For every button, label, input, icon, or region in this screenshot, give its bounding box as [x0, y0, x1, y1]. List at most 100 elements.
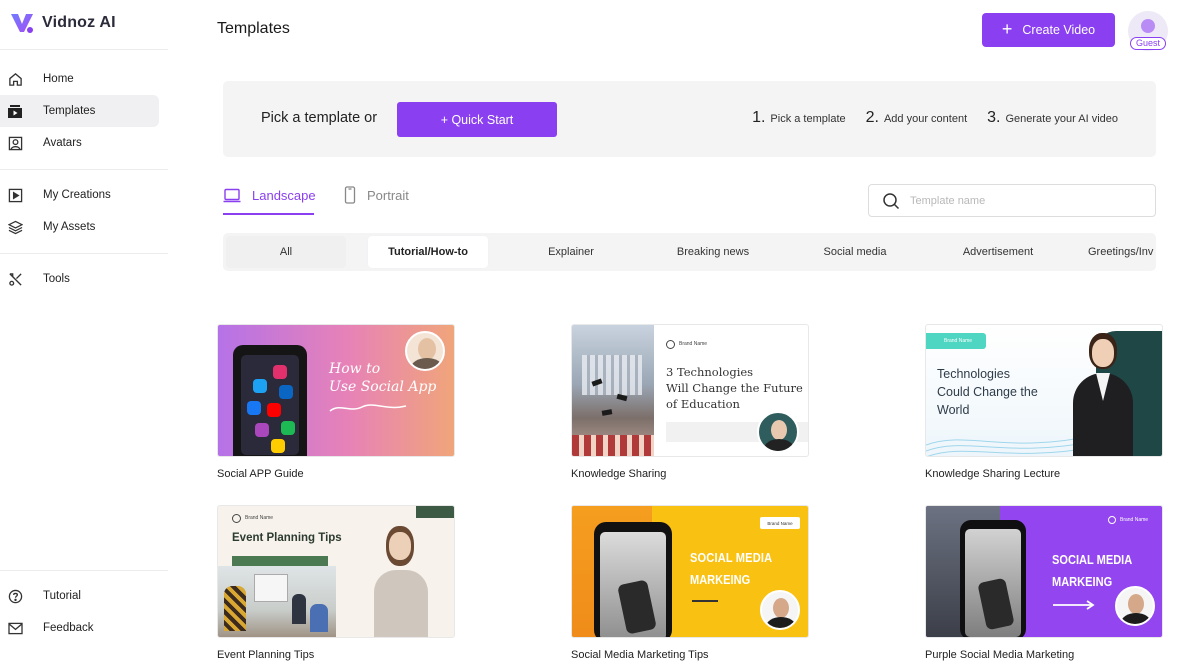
thumb-brand: Brand Name: [1120, 517, 1149, 523]
template-thumbnail[interactable]: How to Use Social App: [217, 324, 455, 457]
guest-badge: Guest: [1130, 37, 1166, 50]
presenter-avatar: [405, 331, 445, 371]
page-title: Templates: [217, 20, 290, 37]
thumb-title-1: Event Planning Tips: [232, 532, 342, 544]
squiggle-decoration: [329, 404, 407, 412]
sidebar-item-tutorial[interactable]: Tutorial: [0, 580, 159, 612]
tools-icon: [7, 271, 23, 287]
template-card[interactable]: Brand Name Event Planning Tips Event Pla…: [217, 505, 455, 661]
step-1: 1. Pick a template: [752, 109, 846, 127]
office-photo: [218, 556, 336, 637]
thumb-title-3: World: [937, 403, 970, 417]
sidebar-item-my-assets[interactable]: My Assets: [0, 211, 159, 243]
category-greetings[interactable]: Greetings/Inv: [1080, 236, 1156, 268]
avatar-icon: [7, 135, 23, 151]
sidebar-item-label: Tools: [43, 273, 70, 285]
help-icon: [7, 588, 23, 604]
category-social-media[interactable]: Social media: [795, 236, 915, 268]
thumb-title-1: How to: [329, 361, 381, 377]
template-card[interactable]: Brand Name 3 Technologies Will Change th…: [571, 324, 809, 480]
sidebar-item-feedback[interactable]: Feedback: [0, 612, 159, 644]
step-number: 2.: [865, 109, 879, 126]
template-title: Knowledge Sharing: [571, 468, 667, 480]
sidebar-item-label: Tutorial: [43, 590, 81, 602]
presenter-avatar: [760, 590, 800, 630]
sidebar-item-label: Avatars: [43, 137, 82, 149]
graduation-photo: [572, 325, 654, 456]
thumb-title-2: Use Social App: [329, 379, 437, 395]
template-thumbnail[interactable]: Brand Name SOCIAL MEDIA MARKEING: [571, 505, 809, 638]
sidebar-item-templates[interactable]: Templates: [0, 95, 159, 127]
vidnoz-logo-icon: [11, 14, 33, 33]
thumb-title-1: SOCIAL MEDIA: [690, 550, 773, 565]
step-number: 3.: [987, 109, 1001, 126]
create-video-button[interactable]: + Create Video: [982, 13, 1115, 47]
play-square-icon: [7, 187, 23, 203]
presenter: [366, 526, 436, 637]
template-card[interactable]: Brand Name SOCIAL MEDIA MARKEING Social …: [571, 505, 809, 661]
sidebar-item-label: Feedback: [43, 622, 94, 634]
category-advertisement[interactable]: Advertisement: [938, 236, 1058, 268]
tab-label: Portrait: [367, 187, 409, 203]
steps: 1. Pick a template 2. Add your content 3. G…: [752, 109, 1118, 127]
sidebar-item-label: Templates: [43, 105, 96, 117]
thumb-title-3: of Education: [666, 397, 740, 411]
step-text: Add your content: [883, 113, 968, 125]
thumb-title-2: MARKEING: [1052, 574, 1113, 589]
brand-tag: Brand Name: [926, 333, 986, 349]
create-video-label: Create Video: [1022, 23, 1096, 37]
category-tutorial[interactable]: Tutorial/How-to: [368, 236, 488, 268]
template-thumbnail[interactable]: Brand Name Technologies Could Change the…: [925, 324, 1163, 457]
divider: [0, 253, 168, 254]
category-explainer[interactable]: Explainer: [511, 236, 631, 268]
brand-logo-icon: [1108, 516, 1116, 524]
sidebar-item-tools[interactable]: Tools: [0, 263, 159, 295]
template-title: Purple Social Media Marketing: [925, 649, 1075, 661]
thumb-title-2: Will Change the Future: [666, 381, 803, 395]
template-title: Social APP Guide: [217, 468, 304, 480]
brand-tag: Brand Name: [760, 517, 800, 529]
step-2: 2. Add your content: [866, 109, 968, 127]
presenter: [1068, 333, 1138, 456]
step-text: Generate your AI video: [1005, 113, 1118, 125]
quick-start-button[interactable]: + Quick Start: [397, 102, 557, 137]
tab-portrait[interactable]: Portrait: [344, 185, 409, 205]
mail-icon: [7, 620, 23, 636]
portrait-icon: [344, 186, 356, 204]
category-bar: All Tutorial/How-to Explainer Breaking n…: [223, 233, 1156, 271]
sidebar-item-avatars[interactable]: Avatars: [0, 127, 159, 159]
sidebar-item-label: Home: [43, 73, 74, 85]
logo[interactable]: Vidnoz AI: [9, 10, 116, 36]
thumb-title-2: MARKEING: [690, 572, 751, 587]
thumb-brand: Brand Name: [944, 338, 973, 344]
sidebar-item-label: My Assets: [43, 221, 96, 233]
thumb-title-1: Technologies: [937, 367, 1010, 381]
arrow-icon: [692, 600, 718, 602]
sidebar: Vidnoz AI Home Templates Avatars My Crea…: [0, 0, 168, 667]
presenter-avatar: [757, 411, 799, 453]
tab-landscape[interactable]: Landscape: [223, 185, 316, 205]
template-thumbnail[interactable]: Brand Name SOCIAL MEDIA MARKEING: [925, 505, 1163, 638]
template-card[interactable]: Brand Name SOCIAL MEDIA MARKEING Purple …: [925, 505, 1163, 661]
template-card[interactable]: Brand Name Technologies Could Change the…: [925, 324, 1163, 480]
presenter-avatar: [1115, 586, 1155, 626]
category-breaking-news[interactable]: Breaking news: [653, 236, 773, 268]
corner-accent: [416, 506, 454, 518]
step-3: 3. Generate your AI video: [987, 109, 1118, 127]
category-all[interactable]: All: [226, 236, 346, 268]
template-thumbnail[interactable]: Brand Name 3 Technologies Will Change th…: [571, 324, 809, 457]
template-search: [868, 184, 1156, 217]
template-thumbnail[interactable]: Brand Name Event Planning Tips: [217, 505, 455, 638]
search-input[interactable]: [910, 194, 1140, 207]
template-card[interactable]: How to Use Social App Social APP Guide: [217, 324, 455, 480]
tab-label: Landscape: [252, 187, 316, 203]
sidebar-item-home[interactable]: Home: [0, 63, 159, 95]
quick-start-banner: Pick a template or + Quick Start 1. Pick …: [223, 81, 1156, 157]
search-icon: [883, 192, 900, 209]
templates-icon: [7, 103, 23, 119]
phone-illustration: [594, 522, 672, 637]
thumb-title-1: 3 Technologies: [666, 365, 754, 379]
divider: [0, 169, 168, 170]
thumb-brand: Brand Name: [245, 515, 274, 521]
sidebar-item-my-creations[interactable]: My Creations: [0, 179, 159, 211]
